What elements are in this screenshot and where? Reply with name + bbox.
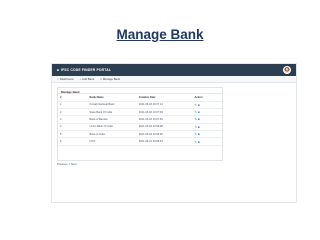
row-actions: ✎■ <box>192 101 222 109</box>
pagination: Previous 1 Next <box>57 163 77 166</box>
bank-name: Bank of India <box>87 130 137 139</box>
edit-icon[interactable]: ✎ <box>194 110 197 114</box>
table-row: 4 Union Bank Of India 2021-06-18 10:08:0… <box>58 123 222 132</box>
bank-table: # Bank Name Creation Date Action 1 Punja… <box>58 94 222 146</box>
nav-add-bank[interactable]: + Add Bank <box>79 77 94 81</box>
column-header: # <box>58 94 88 102</box>
delete-icon[interactable]: ■ <box>198 132 200 136</box>
row-actions: ✎■ <box>192 115 222 124</box>
delete-icon[interactable]: ■ <box>198 117 200 121</box>
row-actions: ✎■ <box>192 123 222 132</box>
row-number: 3 <box>58 115 88 124</box>
creation-date: 2021-06-18 10:07:52 <box>136 115 193 124</box>
edit-icon[interactable]: ✎ <box>194 103 197 107</box>
nav-label: Add Bank <box>82 77 95 81</box>
row-actions: ✎■ <box>192 137 222 146</box>
pager-next[interactable]: Next <box>71 163 77 166</box>
delete-icon[interactable]: ■ <box>198 125 200 129</box>
edit-icon[interactable]: ✎ <box>194 125 197 129</box>
avatar[interactable] <box>283 66 291 74</box>
edit-icon[interactable]: ✎ <box>194 140 197 144</box>
delete-icon[interactable]: ■ <box>198 140 200 144</box>
edit-icon[interactable]: ✎ <box>194 117 197 121</box>
bank-name: Union Bank Of India <box>87 123 137 132</box>
brand-title: IFSC CODE FINDER PORTAL <box>60 68 112 72</box>
table-row: 6 UCO 2021-06-21 10:08:43 ✎■ <box>58 137 222 146</box>
row-number: 6 <box>58 137 88 146</box>
bank-name: UCO <box>87 137 137 146</box>
nav-bar: ⌂ Dashboard + Add Bank ≡ Manage Bank <box>52 76 296 83</box>
manage-bank-panel: Manage Bank # Bank Name Creation Date Ac… <box>57 87 223 161</box>
creation-date: 2021-06-18 10:08:08 <box>136 123 193 132</box>
app-screenshot: ■ IFSC CODE FINDER PORTAL ⌂ Dashboard + … <box>51 63 297 203</box>
creation-date: 2021-06-18 10:07:14 <box>136 101 193 109</box>
row-actions: ✎■ <box>192 108 222 117</box>
delete-icon[interactable]: ■ <box>198 103 200 107</box>
row-number: 5 <box>58 130 88 139</box>
pager-page[interactable]: 1 <box>68 163 70 166</box>
column-header: Action <box>192 94 222 102</box>
table-row: 3 Bank of Baroda 2021-06-18 10:07:52 ✎■ <box>58 115 222 124</box>
home-icon: ⌂ <box>57 77 59 81</box>
top-bar: ■ IFSC CODE FINDER PORTAL <box>52 64 296 76</box>
pager-prev[interactable]: Previous <box>57 163 67 166</box>
edit-icon[interactable]: ✎ <box>194 132 197 136</box>
creation-date: 2021-06-21 10:08:43 <box>136 137 193 146</box>
table-row: 1 Punjab National Bank 2021-06-18 10:07:… <box>58 101 222 109</box>
plus-icon: + <box>79 77 82 81</box>
row-number: 1 <box>58 101 88 109</box>
row-number: 2 <box>58 108 88 117</box>
bank-name: Punjab National Bank <box>87 101 137 109</box>
nav-label: Dashboard <box>59 77 74 81</box>
delete-icon[interactable]: ■ <box>198 110 200 114</box>
nav-label: Manage Bank <box>102 77 121 81</box>
list-icon: ≡ <box>100 77 102 81</box>
column-header: Bank Name <box>87 94 137 102</box>
bank-icon: ■ <box>57 68 59 72</box>
nav-dashboard[interactable]: ⌂ Dashboard <box>57 77 73 81</box>
slide-title: Manage Bank <box>116 27 204 42</box>
row-actions: ✎■ <box>192 130 222 139</box>
nav-manage-bank[interactable]: ≡ Manage Bank <box>100 77 120 81</box>
table-row: 2 State Bank Of India 2021-06-18 10:07:3… <box>58 108 222 117</box>
row-number: 4 <box>58 123 88 132</box>
table-row: 5 Bank of India 2021-06-18 10:08:25 ✎■ <box>58 130 222 139</box>
bank-name: State Bank Of India <box>87 108 137 117</box>
creation-date: 2021-06-18 10:07:39 <box>136 108 193 117</box>
column-header: Creation Date <box>136 94 193 102</box>
bank-name: Bank of Baroda <box>87 115 137 124</box>
table-header-row: # Bank Name Creation Date Action <box>58 94 222 102</box>
creation-date: 2021-06-18 10:08:25 <box>136 130 193 139</box>
